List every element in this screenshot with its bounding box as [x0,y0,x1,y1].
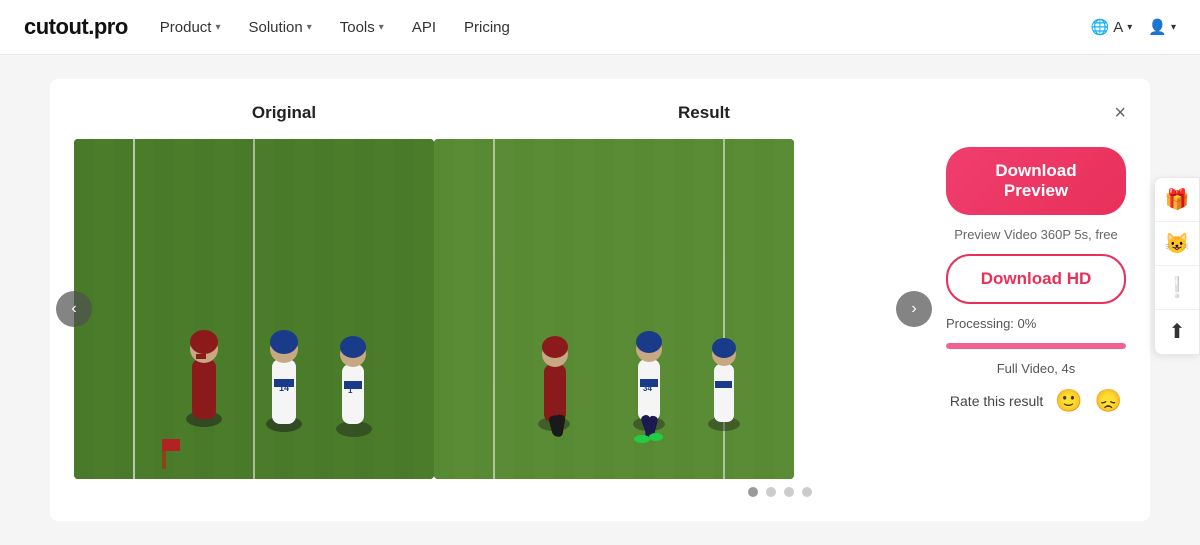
chevron-down-icon: ▾ [1171,22,1176,33]
columns-header: Original Result [74,103,914,123]
card-body: 14 1 NFL [74,139,1126,479]
user-menu[interactable]: 👤 ▾ [1148,18,1176,36]
avatar-button[interactable]: 😺 [1155,222,1199,266]
lang-label: A [1113,19,1123,36]
side-panel: 🎁 😺 ❕ ⬆ [1154,177,1200,355]
navbar: cutout.pro Product ▾ Solution ▾ Tools ▾ … [0,0,1200,55]
main-content: Original Result × [0,55,1200,545]
nav-links: Product ▾ Solution ▾ Tools ▾ API Pricing [160,19,1059,36]
nav-right: 🌐 A ▾ 👤 ▾ [1091,18,1176,36]
gift-button[interactable]: 🎁 [1155,178,1199,222]
svg-text:34: 34 [643,384,652,393]
upload-button[interactable]: ⬆ [1155,310,1199,354]
progress-bar-fill [946,343,1126,349]
next-button[interactable]: › [896,291,932,327]
rate-label: Rate this result [950,393,1043,409]
processing-label: Processing: 0% [946,316,1126,331]
chevron-down-icon: ▾ [379,22,384,33]
dot-3[interactable] [784,487,794,497]
thumbs-down-icon[interactable]: 😞 [1095,388,1122,414]
svg-text:1: 1 [348,386,353,395]
preview-subtitle: Preview Video 360P 5s, free [946,227,1126,242]
notification-icon: ❕ [1165,275,1190,300]
download-hd-button[interactable]: Download HD [946,254,1126,304]
nav-api[interactable]: API [412,19,436,36]
nav-tools[interactable]: Tools ▾ [340,19,384,36]
chevron-down-icon: ▾ [307,22,312,33]
nav-pricing[interactable]: Pricing [464,19,510,36]
nav-product[interactable]: Product ▾ [160,19,221,36]
thumbs-up-icon[interactable]: 🙂 [1055,388,1082,414]
upload-icon: ⬆ [1169,319,1186,344]
language-selector[interactable]: 🌐 A ▾ [1091,18,1133,36]
result-card: Original Result × [50,79,1150,521]
original-video-panel: 14 1 NFL [74,139,434,479]
notification-button[interactable]: ❕ [1155,266,1199,310]
dot-1[interactable] [748,487,758,497]
nav-solution[interactable]: Solution ▾ [249,19,312,36]
user-icon: 👤 [1148,18,1167,36]
prev-button[interactable]: ‹ [56,291,92,327]
avatar-icon: 😺 [1165,231,1190,256]
close-button[interactable]: × [1114,103,1126,123]
gift-icon: 🎁 [1165,187,1190,212]
progress-bar [946,343,1126,349]
video-panels: 14 1 NFL [74,139,914,479]
right-panel: Download Preview Preview Video 360P 5s, … [914,139,1126,479]
chevron-down-icon: ▾ [215,22,220,33]
logo[interactable]: cutout.pro [24,14,128,40]
full-video-label: Full Video, 4s [946,361,1126,376]
result-label: Result [494,103,914,123]
dot-indicators [434,487,1126,497]
svg-text:14: 14 [279,383,289,393]
dot-4[interactable] [802,487,812,497]
translate-icon: 🌐 [1091,18,1110,36]
card-header: Original Result × [74,103,1126,123]
result-video-panel: 34 NFL [434,139,794,479]
chevron-down-icon: ▾ [1127,22,1132,33]
download-preview-button[interactable]: Download Preview [946,147,1126,215]
original-label: Original [74,103,494,123]
dot-2[interactable] [766,487,776,497]
rate-row: Rate this result 🙂 😞 [946,388,1126,414]
